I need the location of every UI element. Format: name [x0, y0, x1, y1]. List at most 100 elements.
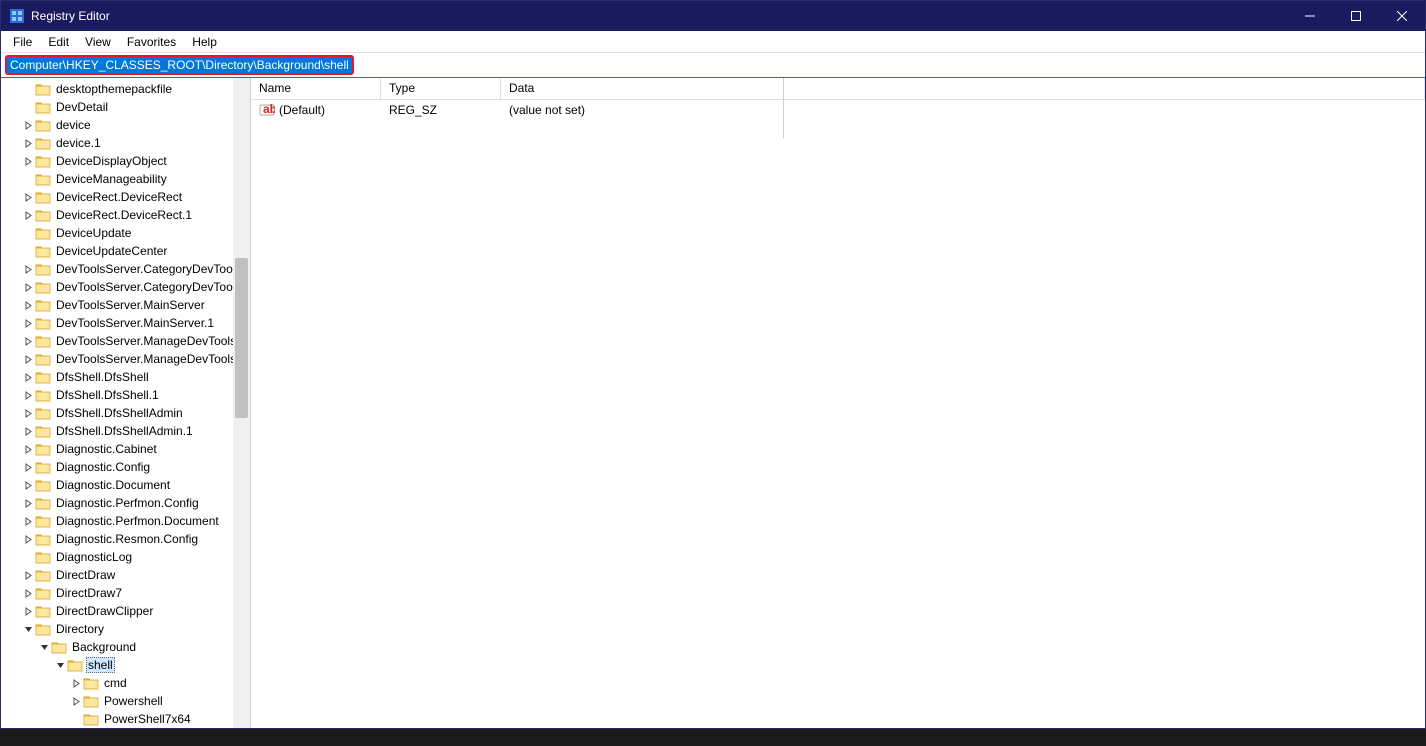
column-header-type[interactable]: Type: [381, 78, 501, 99]
tree-item[interactable]: Diagnostic.Resmon.Config: [1, 530, 250, 548]
tree-item[interactable]: DirectDrawClipper: [1, 602, 250, 620]
close-button[interactable]: [1379, 1, 1425, 31]
expand-icon[interactable]: [21, 262, 35, 276]
menu-file[interactable]: File: [5, 33, 40, 51]
tree-item[interactable]: DevToolsServer.ManageDevTools.: [1, 350, 250, 368]
tree-item[interactable]: DirectDraw7: [1, 584, 250, 602]
expand-icon[interactable]: [21, 334, 35, 348]
expand-icon[interactable]: [21, 118, 35, 132]
expand-icon[interactable]: [21, 190, 35, 204]
address-bar[interactable]: Computer\HKEY_CLASSES_ROOT\Directory\Bac…: [7, 57, 352, 73]
tree-item[interactable]: DevToolsServer.MainServer: [1, 296, 250, 314]
scrollbar-thumb[interactable]: [235, 258, 248, 418]
expand-icon[interactable]: [21, 298, 35, 312]
expand-icon[interactable]: [21, 496, 35, 510]
folder-icon: [67, 658, 83, 672]
tree-item[interactable]: cmd: [1, 674, 250, 692]
address-bar-highlight: Computer\HKEY_CLASSES_ROOT\Directory\Bac…: [5, 55, 354, 75]
list-row[interactable]: ab(Default)REG_SZ(value not set): [251, 100, 1425, 120]
folder-icon: [35, 154, 51, 168]
tree-item[interactable]: DeviceRect.DeviceRect: [1, 188, 250, 206]
tree-item[interactable]: DeviceDisplayObject: [1, 152, 250, 170]
tree-item[interactable]: PowerShell7x64: [1, 710, 250, 728]
tree-item[interactable]: Diagnostic.Perfmon.Config: [1, 494, 250, 512]
folder-icon: [35, 370, 51, 384]
expand-icon[interactable]: [21, 424, 35, 438]
expand-icon[interactable]: [21, 568, 35, 582]
tree-scrollbar[interactable]: [233, 78, 250, 728]
tree-item[interactable]: Directory: [1, 620, 250, 638]
tree-item-label: PowerShell7x64: [102, 712, 193, 726]
expand-icon[interactable]: [21, 514, 35, 528]
expand-icon[interactable]: [21, 208, 35, 222]
tree-item-label: DevToolsServer.CategoryDevTools: [54, 262, 243, 276]
tree-item[interactable]: DfsShell.DfsShellAdmin.1: [1, 422, 250, 440]
tree-item[interactable]: Diagnostic.Config: [1, 458, 250, 476]
expand-icon[interactable]: [21, 136, 35, 150]
menu-favorites[interactable]: Favorites: [119, 33, 184, 51]
collapse-icon[interactable]: [21, 622, 35, 636]
expand-icon[interactable]: [69, 694, 83, 708]
tree-item[interactable]: Diagnostic.Cabinet: [1, 440, 250, 458]
tree-item[interactable]: DevToolsServer.ManageDevTools: [1, 332, 250, 350]
menu-view[interactable]: View: [77, 33, 119, 51]
tree-item[interactable]: DevToolsServer.MainServer.1: [1, 314, 250, 332]
tree-item[interactable]: DiagnosticLog: [1, 548, 250, 566]
folder-icon: [51, 640, 67, 654]
column-header-data[interactable]: Data: [501, 78, 1425, 99]
expand-icon[interactable]: [21, 478, 35, 492]
window-title: Registry Editor: [31, 9, 1287, 23]
tree-item[interactable]: DevToolsServer.CategoryDevTools: [1, 260, 250, 278]
tree-item-label: DfsShell.DfsShell: [54, 370, 151, 384]
tree-item[interactable]: Diagnostic.Document: [1, 476, 250, 494]
expand-icon[interactable]: [21, 442, 35, 456]
titlebar[interactable]: Registry Editor: [1, 1, 1425, 31]
folder-icon: [35, 190, 51, 204]
menu-help[interactable]: Help: [184, 33, 225, 51]
folder-icon: [35, 352, 51, 366]
tree-item[interactable]: DevDetail: [1, 98, 250, 116]
expand-icon[interactable]: [21, 586, 35, 600]
expand-icon[interactable]: [21, 406, 35, 420]
collapse-icon[interactable]: [37, 640, 51, 654]
expand-icon[interactable]: [21, 604, 35, 618]
folder-icon: [35, 334, 51, 348]
tree-item[interactable]: DevToolsServer.CategoryDevTools: [1, 278, 250, 296]
expand-icon[interactable]: [21, 280, 35, 294]
expand-icon[interactable]: [21, 154, 35, 168]
tree-item[interactable]: Diagnostic.Perfmon.Document: [1, 512, 250, 530]
tree-item-label: Diagnostic.Perfmon.Document: [54, 514, 221, 528]
minimize-button[interactable]: [1287, 1, 1333, 31]
expand-icon[interactable]: [21, 370, 35, 384]
menu-edit[interactable]: Edit: [40, 33, 77, 51]
expand-icon[interactable]: [21, 388, 35, 402]
tree-item[interactable]: DeviceRect.DeviceRect.1: [1, 206, 250, 224]
tree-item[interactable]: shell: [1, 656, 250, 674]
expand-icon[interactable]: [69, 676, 83, 690]
tree-item-label: Directory: [54, 622, 106, 636]
tree-item[interactable]: DfsShell.DfsShellAdmin: [1, 404, 250, 422]
tree-item-label: DeviceDisplayObject: [54, 154, 169, 168]
tree-item[interactable]: DeviceManageability: [1, 170, 250, 188]
maximize-button[interactable]: [1333, 1, 1379, 31]
expand-icon[interactable]: [21, 460, 35, 474]
tree-item[interactable]: DeviceUpdateCenter: [1, 242, 250, 260]
tree-item[interactable]: Powershell: [1, 692, 250, 710]
tree-item[interactable]: DfsShell.DfsShell: [1, 368, 250, 386]
column-header-name[interactable]: Name: [251, 78, 381, 99]
tree-item[interactable]: desktopthemepackfile: [1, 80, 250, 98]
collapse-icon[interactable]: [53, 658, 67, 672]
tree-item[interactable]: device.1: [1, 134, 250, 152]
tree-item[interactable]: Background: [1, 638, 250, 656]
tree-pane[interactable]: desktopthemepackfileDevDetaildevicedevic…: [1, 78, 251, 728]
expand-icon[interactable]: [21, 532, 35, 546]
tree-item[interactable]: DeviceUpdate: [1, 224, 250, 242]
folder-icon: [35, 550, 51, 564]
expand-icon[interactable]: [21, 316, 35, 330]
tree-item[interactable]: DirectDraw: [1, 566, 250, 584]
tree-item[interactable]: DfsShell.DfsShell.1: [1, 386, 250, 404]
tree-item[interactable]: device: [1, 116, 250, 134]
list-pane[interactable]: Name Type Data ab(Default)REG_SZ(value n…: [251, 78, 1425, 728]
expand-icon[interactable]: [21, 352, 35, 366]
column-divider[interactable]: [783, 78, 784, 138]
